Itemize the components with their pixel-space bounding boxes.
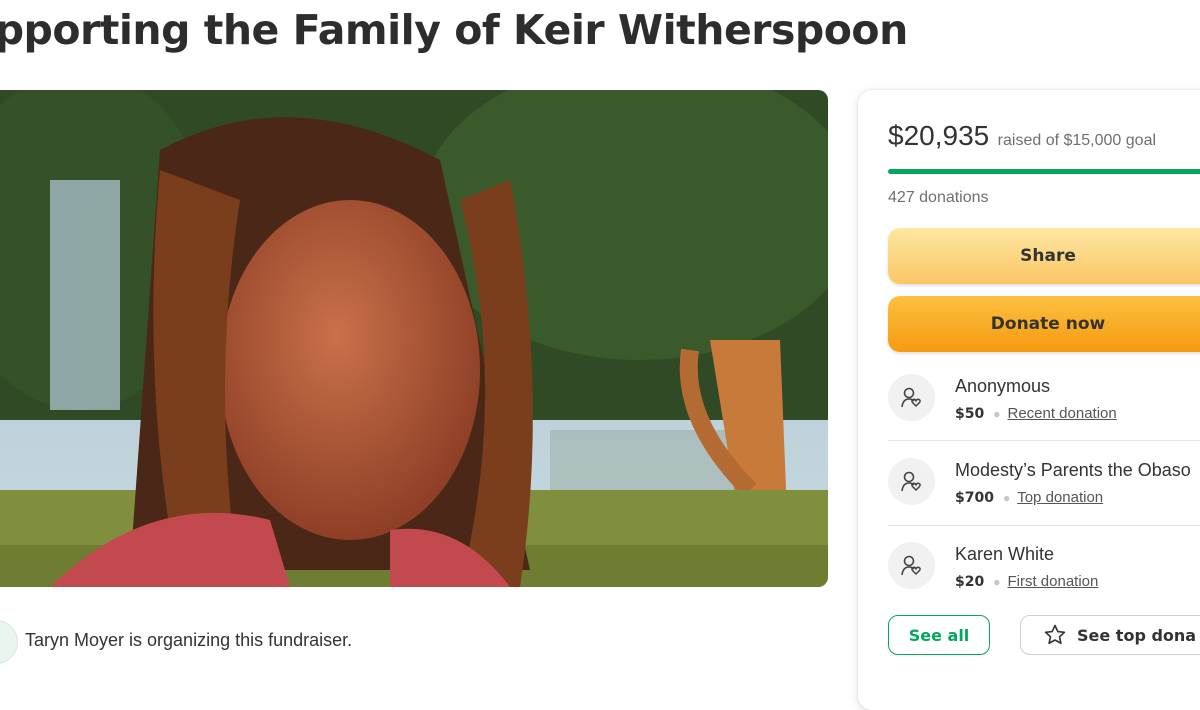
donor-meta: $50 ● Recent donation bbox=[955, 405, 1117, 422]
donor-amount: $700 bbox=[955, 490, 994, 506]
donor-amount: $50 bbox=[955, 406, 985, 422]
organizer-avatar bbox=[0, 620, 18, 664]
see-top-label: See top dona bbox=[1077, 625, 1197, 645]
separator-dot: ● bbox=[1002, 491, 1011, 505]
organizer-text: Taryn Moyer is organizing this fundraise… bbox=[25, 630, 353, 650]
see-top-donations-button[interactable]: See top dona bbox=[1020, 615, 1200, 655]
raised-summary: $20,935 raised of $15,000 goal bbox=[888, 120, 1156, 152]
recent-donation-link[interactable]: Recent donation bbox=[1007, 405, 1116, 422]
star-icon bbox=[1044, 624, 1066, 645]
donor-name: Anonymous bbox=[955, 376, 1051, 396]
donor-amount: $20 bbox=[955, 574, 985, 590]
donation-card: $20,935 raised of $15,000 goal 427 donat… bbox=[858, 90, 1200, 710]
donor-item: Anonymous $50 ● Recent donation bbox=[888, 374, 1200, 458]
donate-now-button[interactable]: Donate now bbox=[888, 296, 1200, 352]
heart-hand-icon bbox=[888, 458, 935, 505]
heart-hand-icon bbox=[888, 542, 935, 589]
donor-meta: $700 ● Top donation bbox=[955, 489, 1103, 506]
donor-item: Karen White $20 ● First donation bbox=[888, 542, 1200, 626]
divider bbox=[888, 525, 1200, 526]
donations-count: 427 donations bbox=[888, 189, 989, 206]
page-title: upporting the Family of Keir Witherspoon bbox=[0, 6, 908, 54]
donor-meta: $20 ● First donation bbox=[955, 573, 1098, 590]
see-all-button[interactable]: See all bbox=[888, 615, 990, 655]
goal-text: raised of $15,000 goal bbox=[997, 132, 1157, 149]
raised-amount: $20,935 bbox=[888, 120, 990, 151]
donor-name: Karen White bbox=[955, 544, 1055, 564]
donor-item: Modesty’s Parents the Obaso $700 ● Top don… bbox=[888, 458, 1200, 542]
progress-bar bbox=[888, 169, 1200, 174]
separator-dot: ● bbox=[993, 575, 1001, 589]
divider bbox=[888, 440, 1200, 441]
separator-dot: ● bbox=[993, 407, 1001, 421]
progress-fill bbox=[888, 169, 1200, 174]
top-donation-link[interactable]: Top donation bbox=[1017, 489, 1103, 506]
first-donation-link[interactable]: First donation bbox=[1007, 573, 1098, 590]
donor-name: Modesty’s Parents the Obaso bbox=[955, 460, 1191, 480]
campaign-photo bbox=[0, 90, 828, 587]
share-button[interactable]: Share bbox=[888, 228, 1200, 284]
heart-hand-icon bbox=[888, 374, 935, 421]
